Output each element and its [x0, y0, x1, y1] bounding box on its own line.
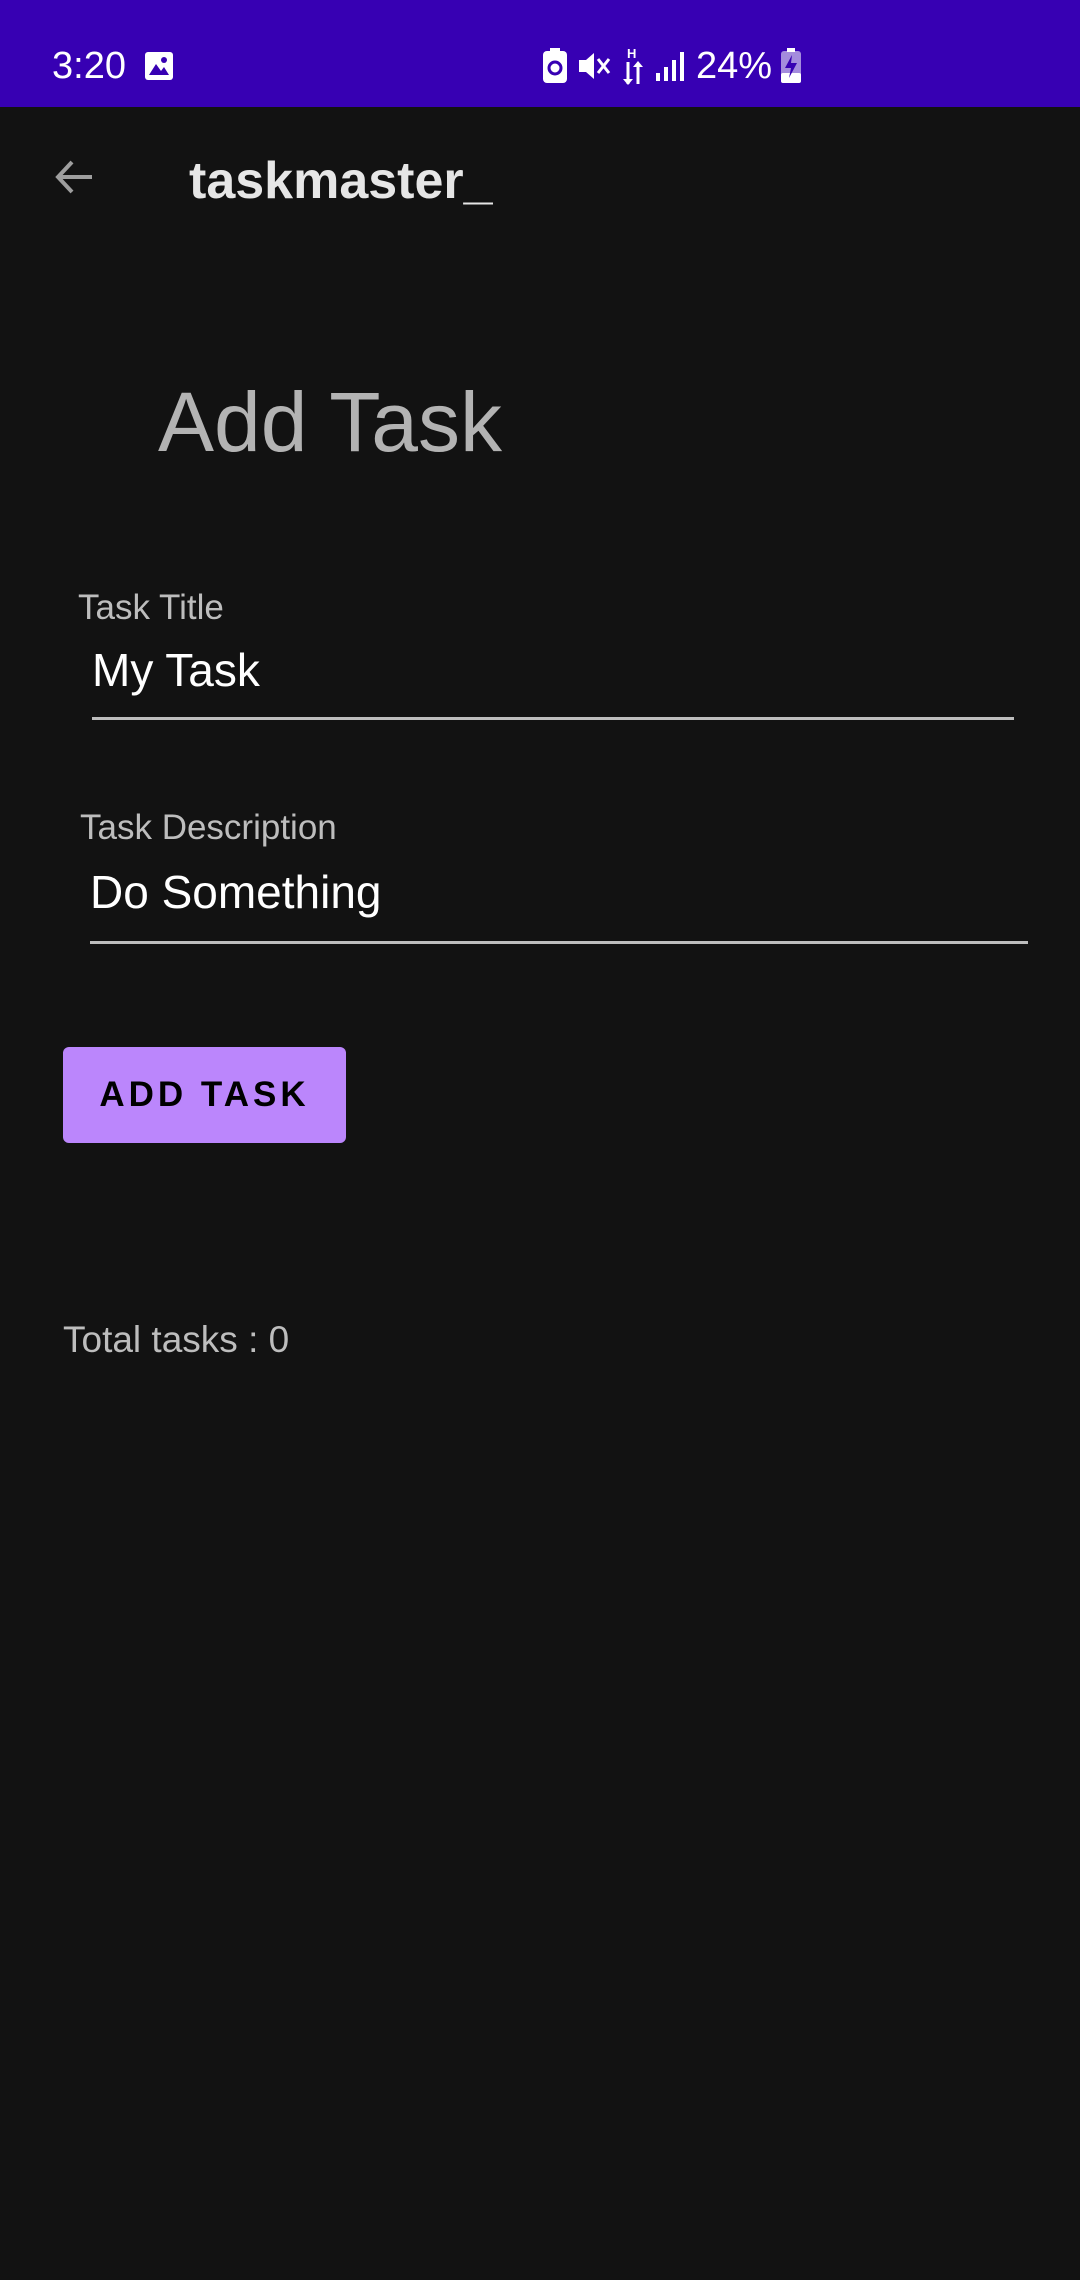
status-bar: 3:20 H 24%: [0, 0, 1080, 107]
total-tasks-text: Total tasks : 0: [63, 1319, 290, 1360]
add-task-button[interactable]: ADD TASK: [63, 1047, 346, 1143]
task-title-input[interactable]: My Task: [92, 642, 260, 698]
arrow-left-icon: [55, 160, 92, 194]
signal-icon: [656, 52, 684, 81]
back-button[interactable]: [40, 143, 108, 211]
task-description-input[interactable]: Do Something: [90, 864, 382, 920]
battery-percentage: 24%: [696, 45, 773, 87]
task-title-underline: [92, 717, 1014, 720]
app-bar: taskmaster_: [0, 107, 1080, 257]
gallery-icon: [145, 52, 173, 80]
page-heading: Add Task: [158, 375, 502, 469]
task-description-field[interactable]: Task Description Do Something: [80, 800, 1030, 945]
task-description-label: Task Description: [80, 808, 337, 847]
mute-icon: [579, 53, 611, 79]
charging-battery-icon: [781, 48, 802, 83]
battery-saver-icon: [543, 48, 567, 83]
screen: 3:20 H 24% taskmaster_ Add Task Task Tit…: [0, 0, 1080, 2280]
task-description-underline: [90, 941, 1028, 944]
data-arrows-icon: H: [623, 46, 643, 85]
svg-text:H: H: [627, 46, 636, 61]
status-icons: H 24%: [542, 44, 802, 88]
app-title: taskmaster_: [189, 152, 493, 210]
task-title-label: Task Title: [78, 588, 224, 627]
task-title-field[interactable]: Task Title My Task: [78, 580, 1014, 725]
status-time: 3:20: [52, 45, 126, 87]
